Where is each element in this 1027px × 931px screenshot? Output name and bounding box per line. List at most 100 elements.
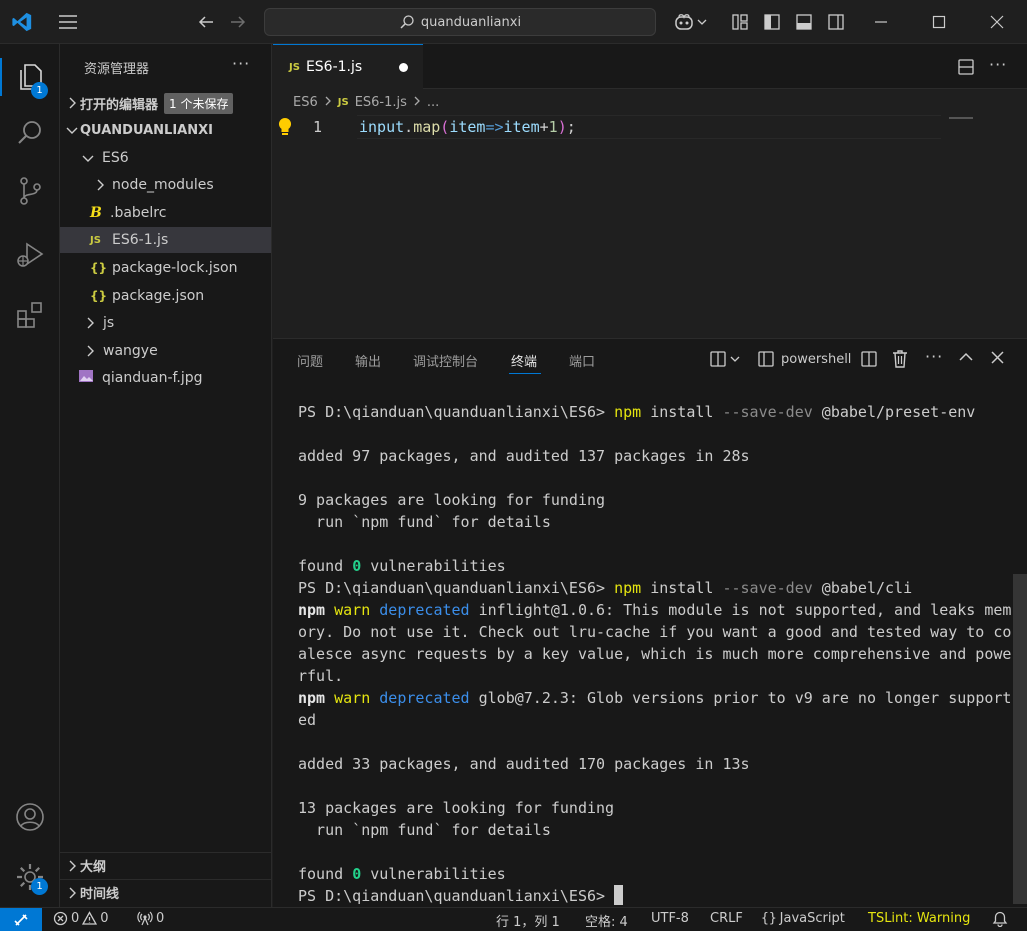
ports-status[interactable]: 0 — [137, 911, 164, 926]
breadcrumb-folder[interactable]: ES6 — [293, 95, 318, 110]
unsaved-dot-icon[interactable] — [399, 63, 408, 72]
terminal-line: PS D:\qianduan\quanduanlianxi\ES6> npm i… — [298, 403, 976, 421]
babel-file-icon: B — [90, 205, 102, 221]
back-arrow-icon[interactable] — [192, 8, 220, 36]
chevron-right-icon — [82, 343, 98, 359]
chevron-right-icon — [82, 315, 98, 331]
tab-ports[interactable]: 端口 — [569, 351, 595, 370]
indentation[interactable]: 空格: 4 — [585, 911, 628, 930]
chevron-right-icon — [413, 95, 421, 110]
active-tab-indicator — [509, 373, 541, 374]
bottom-panel: 问题 输出 调试控制台 终端 端口 powershell ··· PS D:\q… — [273, 338, 1027, 907]
forward-arrow-icon[interactable] — [224, 8, 252, 36]
extensions-activity[interactable] — [0, 290, 60, 340]
braces-icon: {} — [761, 911, 777, 926]
tree-item-label: .babelrc — [110, 205, 167, 221]
more-actions-icon[interactable]: ··· — [232, 54, 250, 73]
terminal-scrollbar[interactable] — [1013, 574, 1027, 904]
terminal-line: added 33 packages, and audited 170 packa… — [298, 755, 750, 773]
tree-item-babelrc[interactable]: B .babelrc — [60, 200, 271, 226]
terminal-line: found 0 vulnerabilities — [298, 865, 506, 883]
minimap[interactable] — [949, 117, 973, 119]
broadcast-icon — [137, 911, 153, 926]
close-window-icon[interactable] — [982, 8, 1012, 36]
lightbulb-icon[interactable] — [277, 117, 293, 141]
breadcrumb-file[interactable]: ES6-1.js — [355, 95, 407, 110]
accounts-activity[interactable] — [0, 792, 60, 842]
close-panel-icon[interactable] — [991, 351, 1004, 368]
terminal-line: alesce async requests by a key value, wh… — [298, 645, 1012, 663]
new-terminal-dropdown[interactable] — [709, 350, 740, 368]
tree-item-label: wangye — [103, 343, 158, 359]
tree-item-es6-1-js[interactable]: JS ES6-1.js — [60, 227, 271, 253]
outline-section[interactable]: 大纲 — [60, 852, 271, 878]
toggle-secondary-sidebar-icon[interactable] — [824, 8, 848, 36]
breadcrumb: ES6 JS ES6-1.js ... — [273, 89, 1027, 115]
explorer-activity[interactable]: 1 — [0, 52, 60, 102]
manage-activity[interactable]: 1 — [0, 852, 60, 902]
tree-item-wangye-folder[interactable]: wangye — [60, 338, 271, 364]
copilot-icon[interactable] — [670, 8, 710, 36]
tree-item-js-folder[interactable]: js — [60, 310, 271, 336]
tree-item-qianduan-jpg[interactable]: qianduan-f.jpg — [60, 365, 271, 391]
explorer-sidebar: 资源管理器 ··· 打开的编辑器 1 个未保存 QUANDUANLIANXI E… — [60, 44, 272, 907]
tab-terminal[interactable]: 终端 — [511, 351, 537, 370]
toggle-panel-icon[interactable] — [792, 8, 816, 36]
tree-item-node-modules[interactable]: node_modules — [60, 172, 271, 198]
sidebar-title: 资源管理器 — [84, 62, 150, 77]
customize-layout-icon[interactable] — [728, 8, 752, 36]
tree-item-label: node_modules — [112, 177, 214, 193]
tab-debug-console[interactable]: 调试控制台 — [413, 351, 478, 370]
tab-output[interactable]: 输出 — [355, 351, 381, 370]
terminal-instance[interactable]: powershell — [757, 350, 851, 368]
line-endings[interactable]: CRLF — [710, 911, 743, 926]
code-line[interactable]: input.map(item=>item+1); — [359, 118, 576, 136]
source-control-activity[interactable] — [0, 166, 60, 216]
tab-es6-1-js[interactable]: JS ES6-1.js — [273, 44, 423, 89]
tslint-status[interactable]: TSLint: Warning — [868, 911, 970, 926]
trash-icon[interactable] — [891, 349, 909, 373]
minimize-icon[interactable] — [866, 8, 896, 36]
toggle-primary-sidebar-icon[interactable] — [760, 8, 784, 36]
more-actions-icon[interactable]: ··· — [989, 55, 1007, 74]
search-text: quanduanlianxi — [420, 14, 522, 30]
tree-item-package-json[interactable]: {} package.json — [60, 283, 271, 309]
timeline-section[interactable]: 时间线 — [60, 879, 271, 905]
tree-item-package-lock-json[interactable]: {} package-lock.json — [60, 255, 271, 281]
status-bar: 0 0 0 行 1，列 1 空格: 4 UTF-8 CRLF {} JavaSc… — [0, 907, 1027, 931]
encoding[interactable]: UTF-8 — [651, 911, 689, 926]
remote-indicator[interactable] — [0, 908, 42, 931]
terminal-line: npm warn deprecated inflight@1.0.6: This… — [298, 601, 1012, 619]
run-debug-activity[interactable] — [0, 230, 60, 280]
split-terminal-icon[interactable] — [860, 350, 878, 372]
maximize-icon[interactable] — [924, 8, 954, 36]
language-mode[interactable]: {} JavaScript — [761, 911, 845, 926]
tree-item-label: package.json — [112, 288, 205, 304]
code-editor[interactable]: 1 input.map(item=>item+1); — [273, 115, 1027, 338]
search-activity[interactable] — [0, 108, 60, 158]
breadcrumb-more[interactable]: ... — [427, 95, 439, 110]
tree-item-es6-folder[interactable]: ES6 — [60, 145, 271, 171]
maximize-panel-icon[interactable] — [959, 351, 973, 367]
notifications-bell-icon[interactable] — [992, 911, 1008, 927]
shell-label: powershell — [781, 351, 852, 367]
more-actions-icon[interactable]: ··· — [925, 347, 943, 366]
terminal-line: run `npm fund` for details — [298, 513, 551, 531]
terminal-line: rful. — [298, 667, 344, 685]
chevron-right-icon — [92, 177, 108, 193]
menu-icon[interactable] — [54, 8, 82, 36]
problems-status[interactable]: 0 0 — [53, 911, 109, 926]
chevron-down-icon — [697, 19, 707, 25]
chevron-right-icon — [64, 858, 80, 874]
workspace-root[interactable]: QUANDUANLIANXI — [60, 117, 271, 143]
open-editors-section[interactable]: 打开的编辑器 1 个未保存 — [60, 90, 271, 116]
tree-item-label: ES6-1.js — [112, 232, 169, 248]
split-editor-icon[interactable] — [957, 58, 975, 80]
search-icon — [18, 121, 41, 144]
terminal-output[interactable]: PS D:\qianduan\quanduanlianxi\ES6> npm i… — [298, 401, 1013, 907]
command-center-search[interactable]: quanduanlianxi — [264, 8, 656, 36]
cursor-position[interactable]: 行 1，列 1 — [496, 911, 560, 930]
terminal-cursor — [614, 885, 624, 905]
line-number: 1 — [313, 118, 323, 136]
tab-problems[interactable]: 问题 — [297, 351, 323, 370]
